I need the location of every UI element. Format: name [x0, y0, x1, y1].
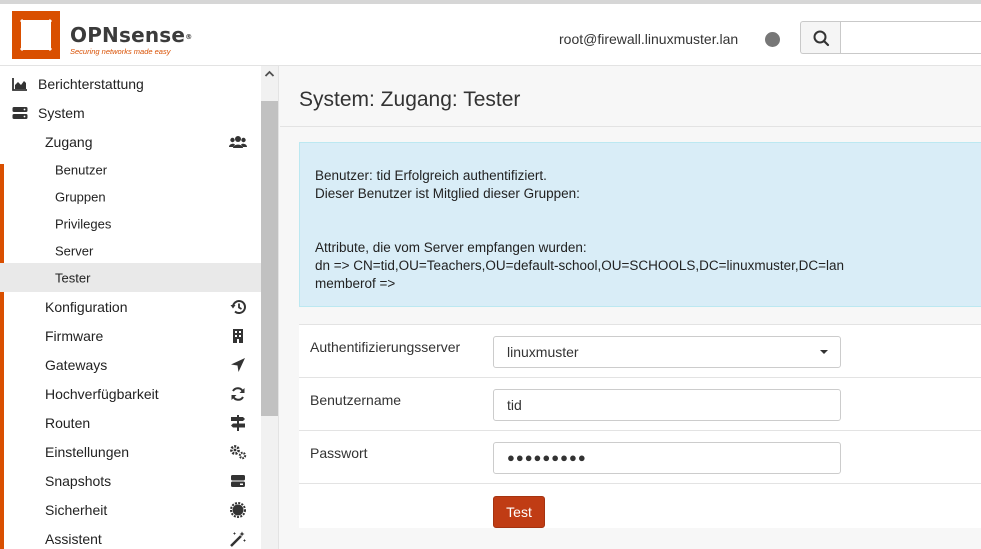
certificate-icon	[230, 501, 246, 518]
sidebar-item-label: Einstellungen	[45, 443, 130, 460]
form-row-username: Benutzername tid	[299, 378, 981, 431]
scroll-up-arrow-icon[interactable]	[261, 66, 278, 82]
sidebar-item-berichterstattung[interactable]: Berichterstattung	[0, 69, 261, 98]
sidebar-item-label: Sicherheit	[45, 501, 108, 518]
sidebar-item-label: Assistent	[45, 530, 102, 547]
refresh-icon	[231, 386, 245, 401]
chevron-down-icon	[820, 350, 828, 354]
sidebar-item-gruppen[interactable]: Gruppen	[0, 182, 261, 211]
tester-form: Authentifizierungsserver linuxmuster Ben…	[299, 324, 981, 528]
search-icon	[813, 30, 830, 47]
sidebar-item-gateways[interactable]: Gateways	[0, 350, 261, 379]
sidebar-item-label: Snapshots	[45, 472, 112, 489]
sidebar-item-server[interactable]: Server	[0, 236, 261, 265]
building-icon	[233, 328, 243, 343]
sidebar-item-label: Zugang	[45, 133, 93, 150]
auth-result-alert: Benutzer: tid Erfolgreich authentifizier…	[299, 142, 981, 307]
alert-line-dn: dn => CN=tid,OU=Teachers,OU=default-scho…	[315, 258, 844, 273]
sidebar-nav: Berichterstattung System Zugang Benutzer…	[0, 66, 279, 549]
hdd-icon	[231, 474, 245, 487]
sidebar-item-sicherheit[interactable]: Sicherheit	[0, 495, 261, 524]
location-arrow-icon	[231, 357, 245, 372]
search-button[interactable]	[800, 21, 841, 54]
sidebar-item-snapshots[interactable]: Snapshots	[0, 466, 261, 495]
sidebar-item-label: Benutzer	[55, 162, 108, 177]
brand-registered-mark: ®	[185, 33, 193, 41]
sidebar-item-konfiguration[interactable]: Konfiguration	[0, 292, 261, 321]
server-icon	[12, 106, 28, 119]
brand-name: OPNsense	[70, 23, 186, 47]
username-label: Benutzername	[310, 392, 402, 408]
sidebar-item-label: Tester	[55, 270, 91, 285]
sidebar-item-zugang[interactable]: Zugang	[0, 127, 261, 156]
sidebar-item-label: Hochverfügbarkeit	[45, 385, 159, 402]
alert-line-auth-success: Benutzer: tid Erfolgreich authentifizier…	[315, 168, 547, 183]
password-label: Passwort	[310, 445, 368, 461]
sidebar-item-hochverfuegbarkeit[interactable]: Hochverfügbarkeit	[0, 379, 261, 408]
brand: OPNsense® Securing networks made easy	[70, 24, 192, 56]
server-label: Authentifizierungsserver	[310, 339, 461, 355]
page-title: System: Zugang: Tester	[299, 88, 521, 111]
status-indicator-icon[interactable]	[765, 32, 780, 47]
sidebar-scrollbar-thumb[interactable]	[261, 101, 278, 416]
brand-tagline: Securing networks made easy	[70, 47, 171, 56]
sidebar-item-system[interactable]: System	[0, 98, 261, 127]
area-chart-icon	[12, 77, 27, 91]
username-input[interactable]: tid	[493, 389, 841, 421]
users-icon	[229, 135, 247, 148]
title-divider	[280, 126, 981, 127]
history-icon	[230, 299, 246, 314]
sidebar-item-privileges[interactable]: Privileges	[0, 209, 261, 238]
alert-line-memberof: memberof =>	[315, 276, 396, 291]
sidebar-item-label: Routen	[45, 414, 91, 431]
auth-server-select[interactable]: linuxmuster	[493, 336, 841, 368]
sidebar-item-label: Gateways	[45, 356, 108, 373]
sidebar-item-label: Privileges	[55, 216, 112, 231]
sidebar-item-label: Berichterstattung	[38, 75, 144, 92]
sidebar-item-label: System	[38, 104, 85, 121]
magic-wand-icon	[230, 531, 246, 547]
user-account-link[interactable]: root@firewall.linuxmuster.lan	[559, 31, 738, 47]
alert-line-groups: Dieser Benutzer ist Mitglied dieser Grup…	[315, 186, 580, 201]
sidebar-item-einstellungen[interactable]: Einstellungen	[0, 437, 261, 466]
sidebar-item-tester[interactable]: Tester	[0, 263, 261, 292]
sidebar-item-routen[interactable]: Routen	[0, 408, 261, 437]
password-input[interactable]: ●●●●●●●●●	[493, 442, 841, 474]
auth-server-value: linuxmuster	[507, 344, 579, 360]
sidebar-item-firmware[interactable]: Firmware	[0, 321, 261, 350]
alert-line-attributes: Attribute, die vom Server empfangen wurd…	[315, 240, 587, 255]
sidebar-item-benutzer[interactable]: Benutzer	[0, 155, 261, 184]
test-button[interactable]: Test	[493, 496, 545, 528]
cogs-icon	[230, 444, 247, 459]
search-input[interactable]	[840, 21, 981, 54]
sidebar-item-label: Konfiguration	[45, 298, 128, 315]
sidebar-item-label: Gruppen	[55, 189, 106, 204]
sidebar-item-label: Server	[55, 243, 94, 258]
opnsense-logo[interactable]	[12, 11, 60, 59]
sidebar-item-label: Firmware	[45, 327, 104, 344]
signpost-icon	[231, 414, 245, 431]
top-header: OPNsense® Securing networks made easy ro…	[0, 0, 981, 66]
sidebar-item-assistent[interactable]: Assistent	[0, 524, 261, 549]
form-row-server: Authentifizierungsserver linuxmuster	[299, 325, 981, 378]
form-row-password: Passwort ●●●●●●●●●	[299, 431, 981, 484]
